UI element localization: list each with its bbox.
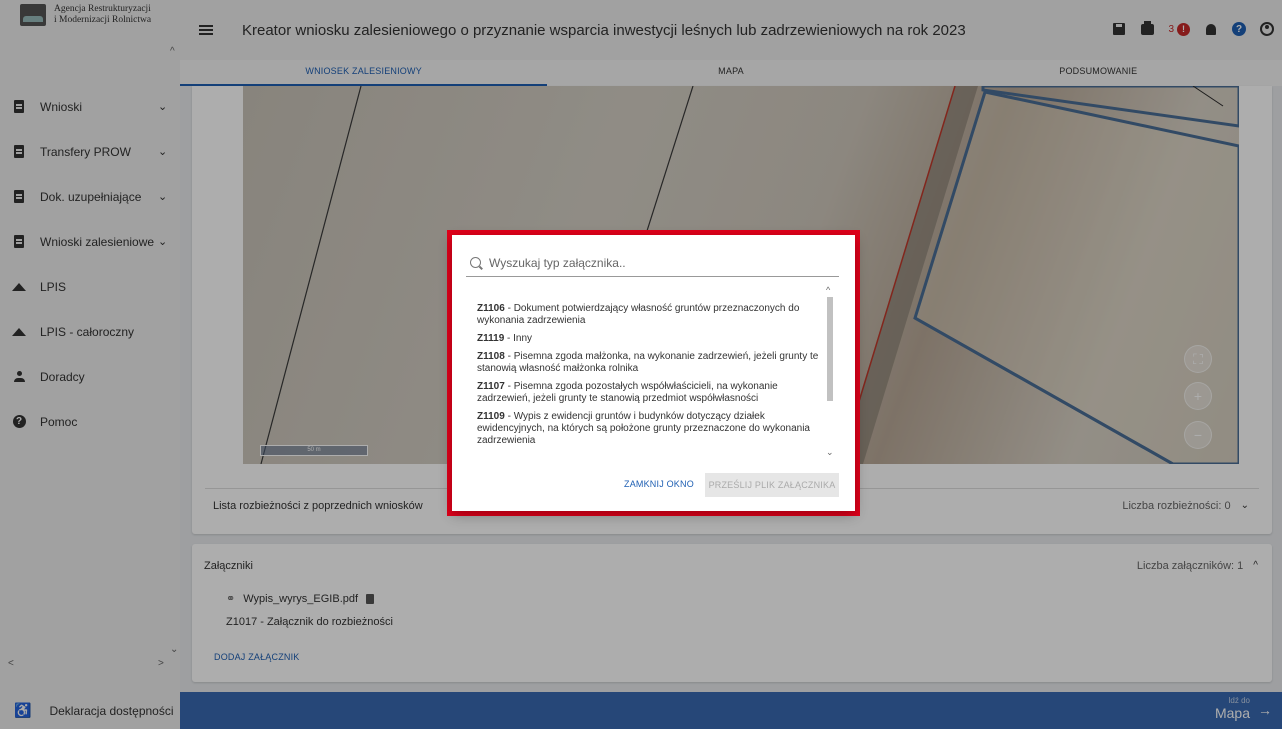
list-item[interactable]: Z1109 - Wypis z ewidencji gruntów i budy… — [477, 411, 822, 447]
option-code: Z1108 — [477, 351, 505, 362]
attachment-search — [466, 249, 839, 277]
option-code: Z1109 — [477, 411, 505, 422]
option-code: Z1107 — [477, 381, 505, 392]
option-text: - Wypis z ewidencji gruntów i budynków d… — [477, 411, 810, 446]
list-scrollbar[interactable]: ^ ⌄ — [825, 285, 835, 457]
option-text: - Dokument potwierdzający własność grunt… — [477, 303, 800, 326]
attachment-type-dialog: Z1106 - Dokument potwierdzający własność… — [452, 235, 855, 511]
attachment-type-list: Z1106 - Dokument potwierdzający własność… — [477, 303, 822, 453]
option-code: Z1119 — [477, 333, 505, 344]
search-icon — [470, 257, 481, 268]
chevron-down-icon[interactable]: ⌄ — [826, 447, 834, 458]
upload-attachment-button[interactable]: PRZEŚLIJ PLIK ZAŁĄCZNIKA — [705, 473, 839, 497]
list-item[interactable]: Z1107 - Pisemna zgoda pozostałych współw… — [477, 381, 822, 405]
option-text: - Pisemna zgoda małżonka, na wykonanie z… — [477, 351, 819, 374]
chevron-up-icon[interactable]: ^ — [826, 285, 830, 295]
attachment-search-input[interactable] — [489, 255, 819, 270]
list-item[interactable]: Z1119 - Inny — [477, 333, 822, 345]
list-item[interactable]: Z1108 - Pisemna zgoda małżonka, na wykon… — [477, 351, 822, 375]
option-text: - Pisemna zgoda pozostałych współwłaścic… — [477, 381, 778, 404]
close-dialog-button[interactable]: ZAMKNIJ OKNO — [624, 479, 694, 489]
scrollbar-thumb[interactable] — [827, 297, 833, 401]
option-text: - Inny — [504, 333, 533, 344]
list-item[interactable]: Z1106 - Dokument potwierdzający własność… — [477, 303, 822, 327]
option-code: Z1106 — [477, 303, 505, 314]
